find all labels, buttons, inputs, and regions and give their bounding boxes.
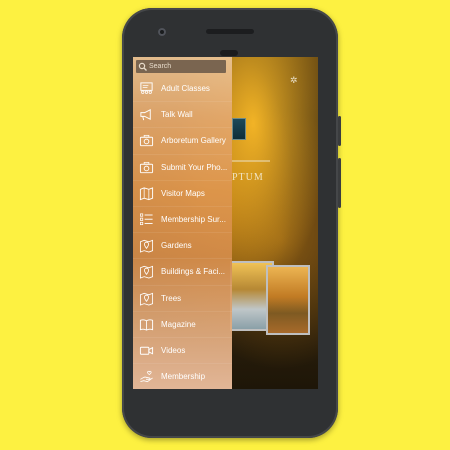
menu-item-label: Membership Sur... xyxy=(161,215,226,225)
menu-item-buildings-facilities[interactable]: Buildings & Faci... xyxy=(133,259,232,286)
menu-item-label: Gardens xyxy=(161,241,192,251)
menu-item-membership[interactable]: Membership xyxy=(133,364,232,389)
menu-item-submit-photo[interactable]: Submit Your Pho... xyxy=(133,155,232,181)
menu-item-label: Adult Classes xyxy=(161,84,210,94)
settings-icon[interactable]: ✲ xyxy=(290,76,298,85)
checklist-icon xyxy=(140,213,153,226)
menu-item-magazine[interactable]: Magazine xyxy=(133,312,232,338)
drawer-menu: Adult Classes Talk Wall Arboretum Galler… xyxy=(133,76,232,389)
search-input[interactable]: Search xyxy=(136,60,226,73)
menu-item-label: Visitor Maps xyxy=(161,188,205,198)
menu-item-label: Magazine xyxy=(161,319,196,329)
menu-item-talk-wall[interactable]: Talk Wall xyxy=(133,102,232,129)
search-icon xyxy=(138,62,147,71)
earpiece xyxy=(220,50,238,56)
volume-button xyxy=(338,158,341,208)
top-speaker xyxy=(206,29,254,34)
megaphone-icon xyxy=(140,109,151,121)
map-pin-icon xyxy=(139,266,154,280)
menu-item-membership-survey[interactable]: Membership Sur... xyxy=(133,207,232,234)
camera-icon xyxy=(139,161,154,173)
arboretum-logo-emblem xyxy=(232,118,246,140)
navigation-drawer: Search Adult Classes Talk Wall Arboretum… xyxy=(133,57,232,389)
menu-item-label: Membership xyxy=(161,372,206,382)
menu-item-label: Videos xyxy=(161,345,186,355)
front-camera xyxy=(158,28,166,36)
menu-item-trees[interactable]: Trees xyxy=(133,286,232,312)
menu-item-label: Trees xyxy=(161,293,182,303)
menu-item-label: Submit Your Pho... xyxy=(161,162,227,172)
menu-item-adult-classes[interactable]: Adult Classes xyxy=(133,76,232,103)
gallery-thumbnail[interactable] xyxy=(266,265,310,335)
power-button xyxy=(338,116,341,146)
menu-item-videos[interactable]: Videos xyxy=(133,338,232,365)
menu-item-label: Arboretum Gallery xyxy=(161,136,226,146)
logo-subtitle xyxy=(230,160,270,162)
menu-item-label: Buildings & Faci... xyxy=(161,267,226,277)
hand-heart-icon xyxy=(140,371,153,383)
menu-item-label: Talk Wall xyxy=(161,110,193,120)
map-icon xyxy=(139,187,154,201)
menu-item-visitor-maps[interactable]: Visitor Maps xyxy=(133,181,232,207)
book-icon xyxy=(139,319,154,331)
camera-icon xyxy=(139,135,154,147)
menu-item-arboretum-gallery[interactable]: Arboretum Gallery xyxy=(133,128,232,155)
menu-item-gardens[interactable]: Gardens xyxy=(133,233,232,260)
search-placeholder: Search xyxy=(149,63,172,70)
map-pin-icon xyxy=(139,292,154,306)
video-camera-icon xyxy=(139,346,154,355)
map-pin-icon xyxy=(139,239,154,253)
classroom-icon xyxy=(140,82,153,94)
arboretum-title: PTUM xyxy=(232,172,264,183)
